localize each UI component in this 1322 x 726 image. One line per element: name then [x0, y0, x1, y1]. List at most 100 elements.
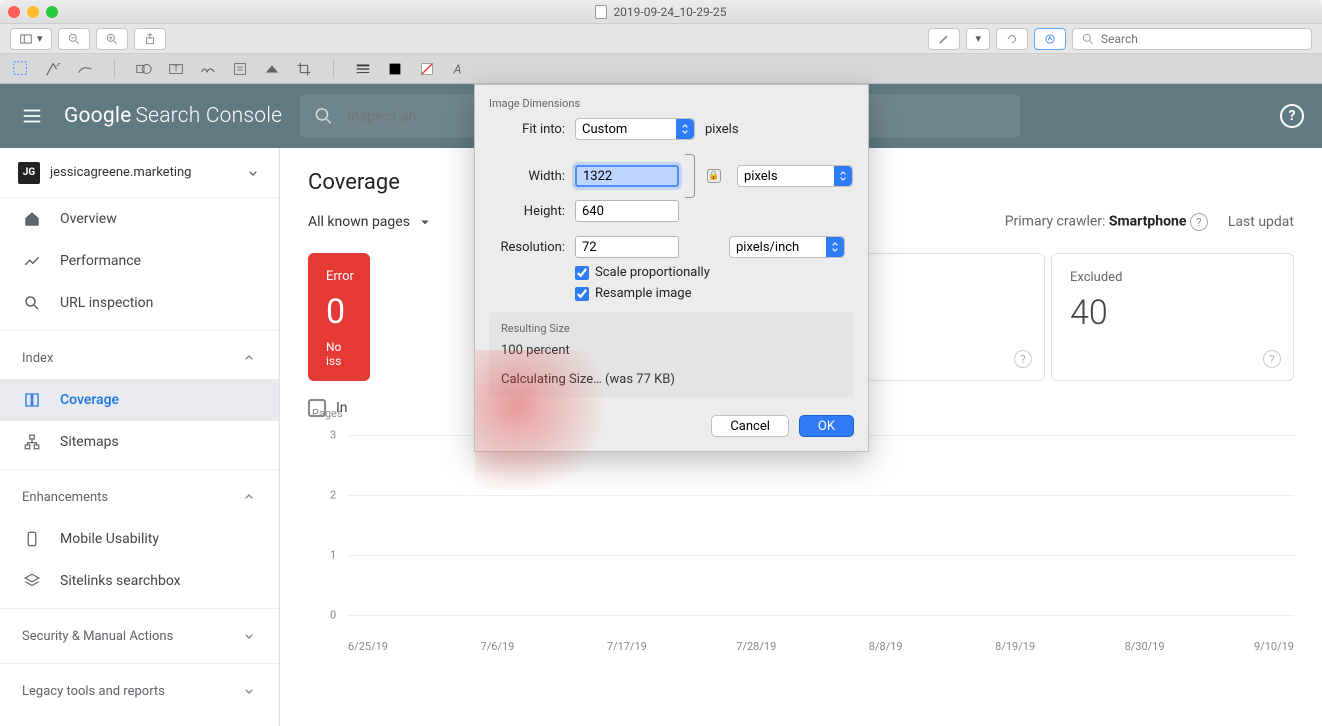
sidebar-item-sitemaps[interactable]: Sitemaps — [0, 421, 279, 463]
app-search[interactable] — [1072, 28, 1312, 50]
help-button[interactable]: ? — [1280, 104, 1304, 128]
markup-icon — [1043, 32, 1057, 46]
filter-label: All known pages — [308, 214, 410, 230]
line-style-icon[interactable] — [354, 60, 372, 78]
info-icon[interactable]: ? — [1014, 350, 1032, 368]
card-excluded[interactable]: Excluded 40 ? — [1051, 253, 1294, 381]
x-tick: 8/30/19 — [1125, 640, 1165, 653]
page-filter-dropdown[interactable]: All known pages — [308, 213, 434, 231]
share-button[interactable] — [134, 28, 166, 50]
y-tick: 3 — [330, 429, 336, 442]
card-value: 0 — [326, 292, 352, 332]
zoom-in-icon — [105, 32, 119, 46]
text-tool-icon[interactable]: T — [167, 60, 185, 78]
property-icon: JG — [18, 162, 40, 184]
rotate-button[interactable] — [996, 28, 1028, 50]
sidebar-item-overview[interactable]: Overview — [0, 198, 279, 240]
chevron-down-icon — [416, 213, 434, 231]
home-icon — [22, 209, 42, 229]
sign-tool-icon[interactable] — [199, 60, 217, 78]
resulting-percent: 100 percent — [501, 343, 842, 358]
zoom-in-button[interactable] — [96, 28, 128, 50]
lock-icon[interactable]: 🔒 — [707, 169, 721, 183]
resolution-unit-select[interactable]: pixels/inch — [729, 236, 845, 258]
ok-button[interactable]: OK — [799, 415, 854, 437]
crop-tool-icon[interactable] — [295, 60, 313, 78]
zoom-out-button[interactable] — [58, 28, 90, 50]
coverage-chart: Pages 01236/25/197/6/197/17/197/28/198/8… — [348, 425, 1294, 635]
height-input[interactable] — [575, 200, 679, 222]
resulting-calc: Calculating Size… (was 77 KB) — [501, 372, 842, 387]
close-window-icon[interactable] — [8, 6, 20, 18]
resample-image-checkbox[interactable]: Resample image — [475, 283, 868, 304]
menu-icon — [21, 105, 43, 127]
sidebar-section-index[interactable]: Index — [0, 337, 279, 379]
sidebar-section-legacy[interactable]: Legacy tools and reports — [0, 670, 279, 712]
help-icon[interactable]: ? — [1190, 213, 1208, 231]
sitemap-icon — [22, 432, 42, 452]
fit-into-label: Fit into: — [489, 122, 565, 137]
markup-dropdown[interactable]: ▾ — [966, 28, 990, 50]
sidebar-item-sitelinks[interactable]: Sitelinks searchbox — [0, 560, 279, 602]
minimize-window-icon[interactable] — [27, 6, 39, 18]
sidebar-item-url-inspection[interactable]: URL inspection — [0, 282, 279, 324]
trending-icon — [22, 251, 42, 271]
checkbox-label: Scale proportionally — [595, 265, 710, 280]
selection-tool-icon[interactable] — [12, 60, 30, 78]
select-arrow-icon — [676, 119, 694, 139]
sidebar-item-performance[interactable]: Performance — [0, 240, 279, 282]
markup-button[interactable] — [928, 28, 960, 50]
app-search-input[interactable] — [1101, 32, 1303, 46]
width-input[interactable] — [575, 165, 679, 187]
maximize-window-icon[interactable] — [46, 6, 58, 18]
sidebar-section-security[interactable]: Security & Manual Actions — [0, 615, 279, 657]
font-style-icon[interactable]: A — [450, 60, 468, 78]
scale-proportionally-checkbox[interactable]: Scale proportionally — [475, 262, 868, 283]
property-selector[interactable]: JG jessicagreene.marketing — [0, 148, 279, 198]
draw-tool-icon[interactable] — [76, 60, 94, 78]
resolution-input[interactable] — [575, 236, 679, 258]
view-options-button[interactable]: ▾ — [10, 28, 52, 50]
mask-tool-icon[interactable] — [263, 60, 281, 78]
hamburger-menu-button[interactable] — [18, 102, 46, 130]
sidebar-item-label: Coverage — [60, 392, 119, 408]
card-error[interactable]: Error 0 No iss — [308, 253, 370, 381]
resulting-size-label: Resulting Size — [501, 322, 842, 335]
markup-toolbar: T A — [0, 54, 1322, 84]
pen-icon — [937, 32, 951, 46]
wh-unit-select[interactable]: pixels — [737, 165, 853, 187]
checkbox-label: Resample image — [595, 286, 692, 301]
last-updated: Last updat — [1228, 214, 1294, 230]
card-label: Excluded — [1070, 270, 1275, 285]
link-bracket-icon — [685, 154, 695, 198]
window-titlebar: 2019-09-24_10-29-25 — [0, 0, 1322, 24]
cancel-button[interactable]: Cancel — [711, 415, 789, 437]
note-tool-icon[interactable] — [231, 60, 249, 78]
x-tick: 8/19/19 — [995, 640, 1035, 653]
stroke-color-icon[interactable] — [386, 60, 404, 78]
checkbox-input[interactable] — [575, 287, 589, 301]
fill-color-icon[interactable] — [418, 60, 436, 78]
sidebar-item-label: Mobile Usability — [60, 531, 159, 547]
coverage-icon — [22, 390, 42, 410]
search-icon — [1081, 32, 1095, 46]
search-icon — [22, 293, 42, 313]
info-icon[interactable]: ? — [1263, 350, 1281, 368]
image-dimensions-dialog: Image Dimensions Fit into: Custom pixels… — [474, 84, 869, 452]
select-arrow-icon — [834, 166, 852, 186]
chevron-down-icon — [245, 165, 261, 181]
gsc-logo-google: Google — [64, 104, 132, 128]
document-icon — [595, 5, 607, 19]
primary-crawler-label: Primary crawler: — [1005, 214, 1106, 230]
edit-mode-button[interactable] — [1034, 28, 1066, 50]
sidebar-section-enhancements[interactable]: Enhancements — [0, 476, 279, 518]
instant-alpha-icon[interactable] — [44, 60, 62, 78]
checkbox-input[interactable] — [575, 266, 589, 280]
sidebar-item-coverage[interactable]: Coverage — [0, 379, 279, 421]
chevron-up-icon — [241, 489, 257, 505]
chevron-down-icon — [241, 683, 257, 699]
y-axis-label: Pages — [312, 407, 343, 420]
shapes-tool-icon[interactable] — [135, 60, 153, 78]
fit-into-select[interactable]: Custom — [575, 118, 695, 140]
sidebar-item-mobile-usability[interactable]: Mobile Usability — [0, 518, 279, 560]
